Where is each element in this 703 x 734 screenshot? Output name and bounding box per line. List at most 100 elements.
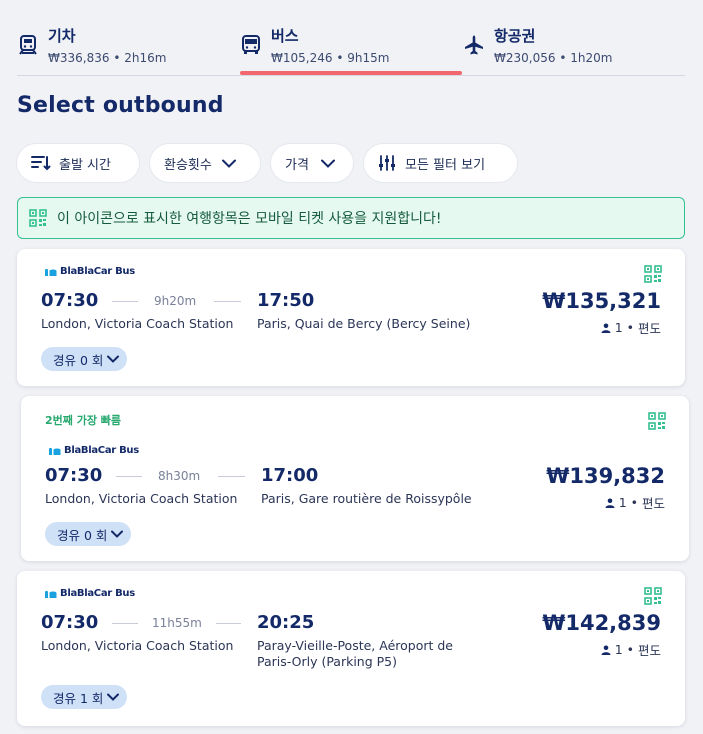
- trip-type: 편도: [641, 496, 665, 511]
- plane-icon: [465, 35, 483, 55]
- result-card[interactable]: BlaBlaCar Bus 07:30 11h55m 20:25 London,…: [17, 571, 685, 726]
- filter-label: 가격: [285, 157, 309, 173]
- arrival-station: Paris, Quai de Bercy (Bercy Seine): [257, 316, 470, 332]
- price: ₩135,321: [542, 289, 661, 313]
- separator: •: [113, 51, 121, 65]
- operator-logo: BlaBlaCar Bus: [48, 445, 139, 456]
- arrival-station-line: Paris, Quai de Bercy (Bercy Seine): [257, 316, 471, 331]
- tab-train-title: 기차: [48, 27, 76, 45]
- arrival-time: 17:00: [261, 465, 319, 486]
- tab-plane-price: ₩230,056: [494, 51, 556, 65]
- arrival-station: Paray-Vieille-Poste, Aéroport de Paris-O…: [257, 638, 453, 670]
- banner-text: 이 아이콘으로 표시한 여행항목은 모바일 티켓 사용을 지원합니다!: [57, 211, 442, 227]
- sliders-icon: [379, 155, 395, 171]
- result-card[interactable]: 2번째 가장 빠름 BlaBlaCar Bus 07:30 8h30m 17:0…: [21, 396, 689, 561]
- blablacar-bus-logo-icon: [45, 268, 57, 276]
- sort-icon: [31, 156, 51, 171]
- qr-code-icon: [29, 209, 47, 227]
- separator: •: [626, 642, 634, 657]
- tab-plane-duration: 1h20m: [570, 51, 613, 65]
- trip-type: 편도: [637, 643, 661, 658]
- departure-station: London, Victoria Coach Station: [45, 491, 238, 506]
- separator: •: [559, 51, 567, 65]
- duration-line: [214, 301, 241, 302]
- blablacar-bus-logo-icon: [49, 447, 61, 455]
- passenger-info: 1 • 편도: [601, 640, 661, 659]
- all-filters-button[interactable]: 모든 필터 보기: [364, 144, 517, 182]
- passenger-count: 1: [614, 320, 623, 335]
- filter-label: 출발 시간: [59, 157, 111, 173]
- chevron-down-icon: [107, 355, 120, 363]
- sort-departure-time-button[interactable]: 출발 시간: [17, 144, 139, 182]
- chevron-down-icon: [221, 159, 236, 168]
- transport-mode-tabs: 기차 ₩336,836 • 2h16m 버스 ₩105,246 • 9h15m …: [17, 0, 685, 76]
- separator: •: [336, 51, 344, 65]
- page-title: Select outbound: [17, 93, 224, 118]
- tab-bus-summary: ₩105,246 • 9h15m: [271, 51, 389, 65]
- stops-dropdown[interactable]: 경유 0 회: [41, 347, 128, 371]
- arrival-station: Paris, Gare routière de Roissypôle: [261, 491, 472, 507]
- departure-time: 07:30: [41, 612, 99, 633]
- passenger-info: 1 • 편도: [605, 493, 665, 512]
- tab-bus[interactable]: 버스 ₩105,246 • 9h15m: [240, 22, 462, 76]
- price: ₩139,832: [546, 464, 665, 488]
- price-filter-dropdown[interactable]: 가격: [271, 144, 353, 182]
- tab-bus-title: 버스: [271, 27, 299, 45]
- tab-plane-summary: ₩230,056 • 1h20m: [494, 51, 612, 65]
- price: ₩142,839: [542, 611, 661, 635]
- duration-line: [112, 301, 138, 302]
- blablacar-bus-logo-icon: [45, 590, 57, 598]
- passenger-info: 1 • 편도: [601, 318, 661, 337]
- result-card[interactable]: BlaBlaCar Bus 07:30 9h20m 17:50 London, …: [17, 249, 685, 386]
- stops-dropdown[interactable]: 경유 1 회: [41, 685, 128, 709]
- stops-label: 경유 1 회: [53, 690, 104, 706]
- separator: •: [626, 320, 634, 335]
- duration: 9h20m: [154, 294, 197, 308]
- filter-label: 환승횟수: [164, 157, 212, 173]
- passenger-count: 1: [618, 495, 627, 510]
- operator-name: BlaBlaCar Bus: [60, 266, 135, 277]
- person-icon: [601, 645, 611, 655]
- train-icon: [19, 35, 37, 55]
- qr-code-icon: [644, 587, 662, 605]
- tab-train-price: ₩336,836: [48, 51, 110, 65]
- qr-code-icon: [644, 265, 662, 283]
- tab-train-summary: ₩336,836 • 2h16m: [48, 51, 166, 65]
- arrival-time: 17:50: [257, 290, 315, 311]
- passenger-count: 1: [614, 642, 623, 657]
- duration-line: [218, 476, 245, 477]
- filter-label: 모든 필터 보기: [405, 157, 486, 173]
- operator-logo: BlaBlaCar Bus: [44, 266, 135, 277]
- person-icon: [601, 323, 611, 333]
- bus-icon: [242, 35, 260, 54]
- tab-bus-duration: 9h15m: [347, 51, 390, 65]
- trip-type: 편도: [637, 321, 661, 336]
- person-icon: [605, 498, 615, 508]
- duration: 8h30m: [158, 469, 201, 483]
- tab-plane-title: 항공권: [494, 27, 536, 45]
- separator: •: [630, 495, 638, 510]
- duration-line: [112, 623, 138, 624]
- stops-label: 경유 0 회: [53, 352, 104, 368]
- departure-time: 07:30: [41, 290, 99, 311]
- departure-station: London, Victoria Coach Station: [41, 638, 234, 653]
- operator-logo: BlaBlaCar Bus: [44, 588, 135, 599]
- chevron-down-icon: [107, 693, 120, 701]
- transfers-filter-dropdown[interactable]: 환승횟수: [150, 144, 260, 182]
- duration-line: [216, 623, 241, 624]
- tab-plane[interactable]: 항공권 ₩230,056 • 1h20m: [463, 22, 685, 76]
- chevron-down-icon: [111, 530, 124, 538]
- arrival-time: 20:25: [257, 612, 315, 633]
- arrival-station-line: Paris-Orly (Parking P5): [257, 654, 398, 669]
- arrival-station-line: Paray-Vieille-Poste, Aéroport de: [257, 638, 453, 653]
- mobile-ticket-banner: 이 아이콘으로 표시한 여행항목은 모바일 티켓 사용을 지원합니다!: [17, 197, 685, 239]
- arrival-station-line: Paris, Gare routière de Roissypôle: [261, 491, 472, 506]
- operator-name: BlaBlaCar Bus: [64, 445, 139, 456]
- stops-dropdown[interactable]: 경유 0 회: [45, 522, 132, 546]
- qr-code-icon: [648, 412, 666, 430]
- second-fastest-tag: 2번째 가장 빠름: [45, 414, 122, 427]
- tab-train[interactable]: 기차 ₩336,836 • 2h16m: [17, 22, 239, 76]
- selected-tab-indicator: [240, 71, 462, 75]
- stops-label: 경유 0 회: [57, 527, 108, 543]
- departure-time: 07:30: [45, 465, 103, 486]
